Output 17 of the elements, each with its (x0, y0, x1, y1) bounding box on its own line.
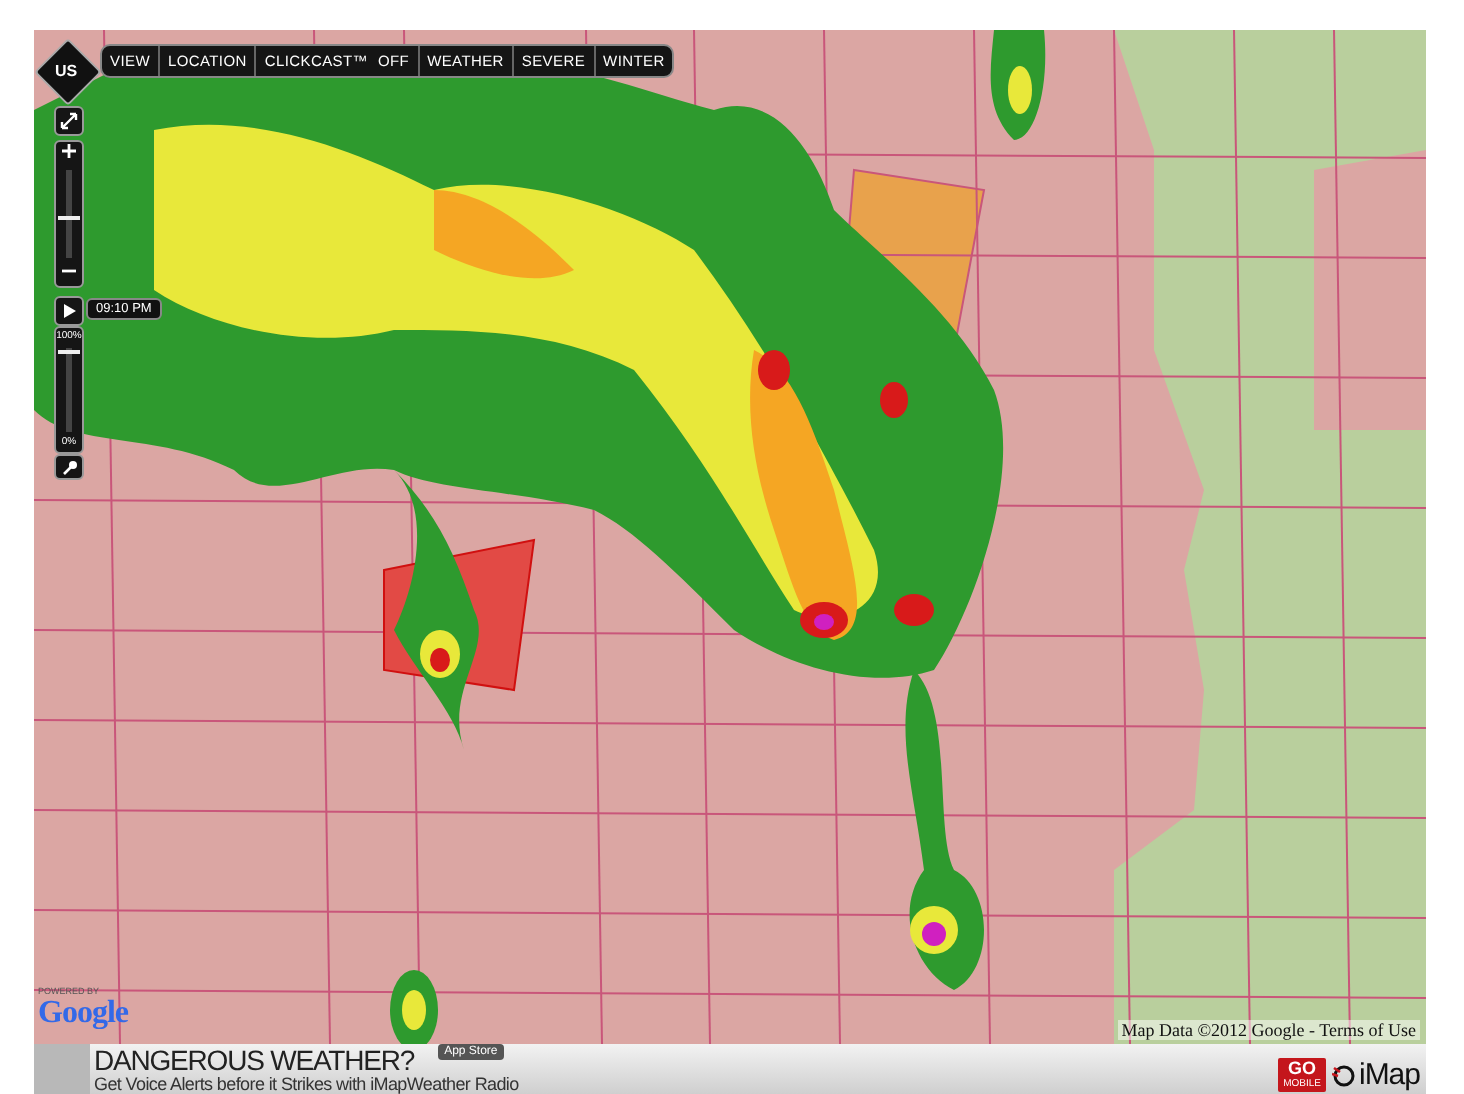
expand-icon (60, 112, 78, 130)
legend-button[interactable] (54, 454, 84, 480)
nav-label: US (54, 61, 78, 79)
fullscreen-button[interactable] (54, 106, 84, 136)
play-button[interactable] (54, 296, 84, 326)
zoom-slider[interactable] (54, 140, 84, 288)
google-logo: Google (38, 996, 128, 1032)
ad-subtitle: Get Voice Alerts before it Strikes with iMapWeather Radio (94, 1073, 519, 1093)
zoom-thumb[interactable] (58, 216, 80, 221)
photo-placeholder (34, 1044, 90, 1094)
brand-logo: iMap (1358, 1058, 1420, 1092)
opacity-thumb[interactable] (58, 350, 80, 355)
key-icon (61, 459, 77, 475)
play-icon (63, 304, 75, 318)
ad-title: DANGEROUS WEATHER? (94, 1045, 415, 1073)
radar-logo-icon (1332, 1063, 1357, 1087)
map-attribution: Map Data ©2012 Google - Terms of Use (1117, 1020, 1420, 1040)
